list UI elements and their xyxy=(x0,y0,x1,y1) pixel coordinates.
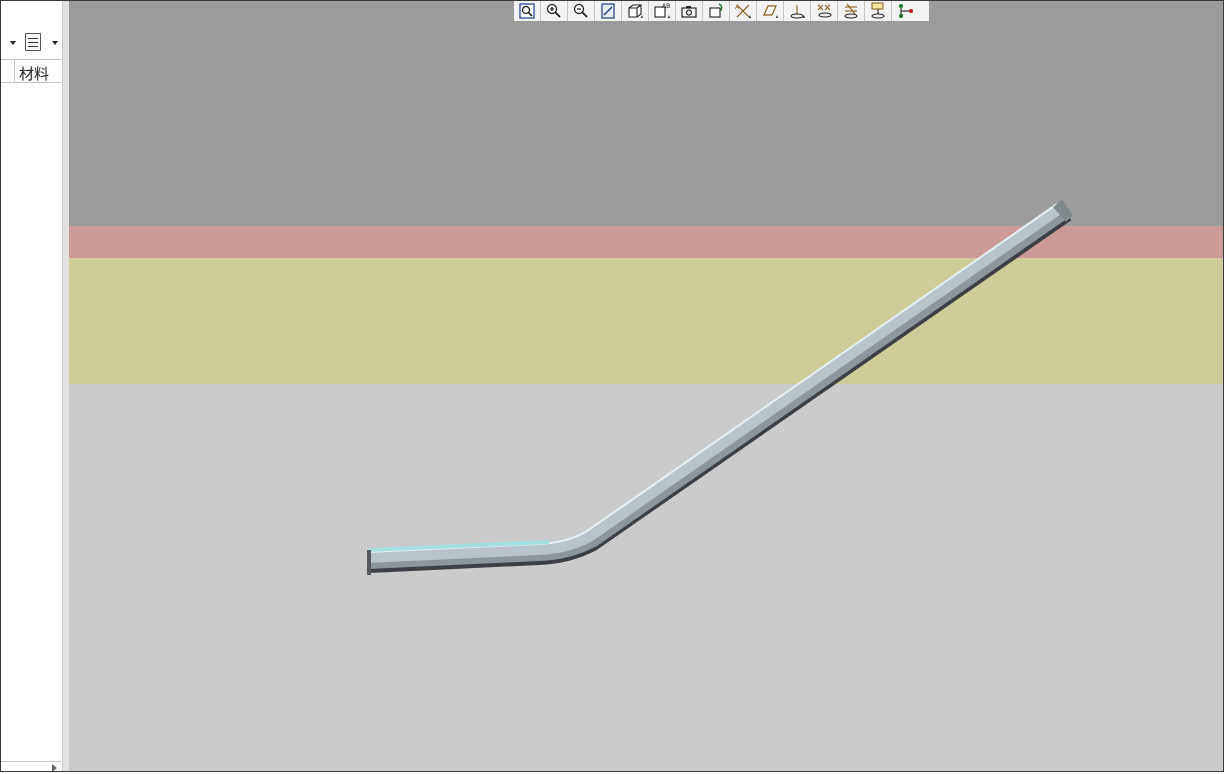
capture-button[interactable] xyxy=(676,1,703,21)
bent-tube-model[interactable] xyxy=(69,1,1223,771)
view-orientation-icon xyxy=(628,4,643,18)
zoom-in-button[interactable] xyxy=(541,1,568,21)
tube-highlight xyxy=(367,203,1058,553)
list-view-icon[interactable] xyxy=(25,33,41,51)
saved-views-button[interactable]: AB xyxy=(649,1,676,21)
column-header-material[interactable]: 材料 xyxy=(19,63,49,84)
scroll-right-icon[interactable] xyxy=(52,764,57,772)
repaint-button[interactable] xyxy=(595,1,622,21)
spin-display-button[interactable] xyxy=(865,1,892,21)
annotations-display-icon xyxy=(844,3,858,19)
network-display-button[interactable] xyxy=(892,1,919,21)
graphics-viewport[interactable]: AB A xyxy=(69,1,1223,771)
datum-planes-button[interactable] xyxy=(757,1,784,21)
zoom-fit-icon xyxy=(519,3,535,19)
view-orientation-button[interactable] xyxy=(622,1,649,21)
coordinate-systems-button[interactable] xyxy=(811,1,838,21)
datum-axes-display-icon: A xyxy=(735,4,751,18)
view-toolbar: AB A xyxy=(513,1,930,22)
coordinate-systems-display-icon xyxy=(817,4,832,18)
zoom-fit-button[interactable] xyxy=(514,1,541,21)
repaint-icon xyxy=(601,3,615,19)
chevron-down-icon[interactable] xyxy=(52,41,58,45)
tube-end-cap-left xyxy=(367,550,371,575)
zoom-out-button[interactable] xyxy=(568,1,595,21)
spin-center-button[interactable] xyxy=(703,1,730,21)
column-divider[interactable] xyxy=(14,60,15,82)
chevron-down-icon[interactable] xyxy=(10,41,16,45)
spin-display-icon xyxy=(871,2,885,19)
datum-planes-display-icon xyxy=(763,5,778,18)
zoom-in-icon xyxy=(546,3,561,18)
horizontal-scrollbar[interactable] xyxy=(1,761,61,774)
datum-axes-button[interactable]: A xyxy=(730,1,757,21)
camera-icon xyxy=(681,6,697,18)
tube-surface xyxy=(367,203,1064,563)
panel-resize-handle[interactable] xyxy=(62,0,69,772)
svg-text:AB: AB xyxy=(662,3,670,10)
tube-body xyxy=(367,204,1069,569)
spin-center-icon xyxy=(709,3,723,18)
saved-views-icon: AB xyxy=(654,3,670,18)
datum-points-display-icon xyxy=(790,5,805,19)
column-header-row: 材料 xyxy=(1,59,61,83)
zoom-out-icon xyxy=(573,3,588,18)
network-display-icon xyxy=(898,4,913,18)
model-tree-panel: 材料 xyxy=(1,1,63,774)
panel-toolbar xyxy=(1,29,63,57)
datum-points-button[interactable] xyxy=(784,1,811,21)
annotations-button[interactable] xyxy=(838,1,865,21)
